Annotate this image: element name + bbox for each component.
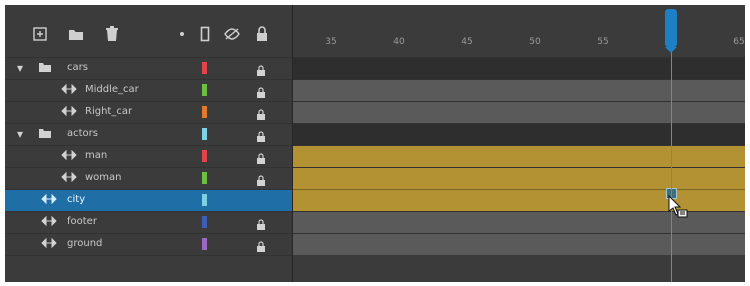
- frame-ruler[interactable]: 35 40 45 50 55 65: [293, 5, 745, 57]
- layer-color-chip[interactable]: [202, 172, 207, 184]
- playhead-line[interactable]: [671, 45, 672, 282]
- layer-name[interactable]: man: [85, 150, 107, 161]
- layer-row-footer[interactable]: footer: [5, 211, 292, 233]
- ruler-tick: 45: [461, 37, 473, 47]
- layer-icon: [41, 193, 57, 207]
- layer-color-chip[interactable]: [202, 106, 207, 118]
- layer-color-chip[interactable]: [202, 238, 207, 250]
- frames-panel: 35 40 45 50 55 65: [293, 5, 745, 282]
- frame-row-man[interactable]: [293, 145, 745, 167]
- layer-name[interactable]: Right_car: [85, 106, 132, 117]
- frame-row-cars[interactable]: [293, 57, 745, 79]
- layer-name[interactable]: actors: [67, 128, 98, 139]
- dot-icon[interactable]: [173, 25, 191, 43]
- lock-icon[interactable]: [256, 216, 266, 230]
- lock-icon[interactable]: [256, 238, 266, 252]
- layer-icon: [61, 105, 77, 119]
- new-folder-icon[interactable]: [67, 25, 85, 43]
- cursor-icon: [668, 195, 688, 218]
- collapse-icon[interactable]: ▾: [17, 61, 23, 75]
- layers-panel: ▾ cars Middle_car Right_car ▾ actors man…: [5, 5, 292, 282]
- layer-color-chip[interactable]: [202, 62, 207, 74]
- lock-icon[interactable]: [256, 128, 266, 142]
- layer-name[interactable]: woman: [85, 172, 122, 183]
- layer-toolbar: [5, 5, 292, 57]
- layer-row-ground[interactable]: ground: [5, 233, 292, 256]
- collapse-icon[interactable]: ▾: [17, 127, 23, 141]
- layer-color-chip[interactable]: [202, 84, 207, 96]
- outline-icon[interactable]: [196, 25, 214, 43]
- ruler-tick: 40: [393, 37, 405, 47]
- layer-row-actors[interactable]: ▾ actors: [5, 123, 292, 145]
- lock-icon[interactable]: [256, 84, 266, 98]
- layer-row-man[interactable]: man: [5, 145, 292, 167]
- lock-icon[interactable]: [253, 25, 271, 43]
- folder-icon: [38, 61, 52, 76]
- layer-row-city[interactable]: city: [5, 189, 292, 211]
- lock-icon[interactable]: [256, 106, 266, 120]
- frame-row-ground[interactable]: [293, 233, 745, 255]
- lock-icon[interactable]: [256, 62, 266, 76]
- lock-icon[interactable]: [256, 150, 266, 164]
- layer-row-cars[interactable]: ▾ cars: [5, 57, 292, 79]
- ruler-tick: 50: [529, 37, 541, 47]
- layer-name[interactable]: footer: [67, 216, 97, 227]
- frame-row-actors[interactable]: [293, 123, 745, 145]
- layer-icon: [41, 237, 57, 251]
- layer-row-middle-car[interactable]: Middle_car: [5, 79, 292, 101]
- frame-row-woman[interactable]: [293, 167, 745, 189]
- delete-icon[interactable]: [103, 25, 121, 43]
- layer-icon: [41, 215, 57, 229]
- ruler-tick: 35: [325, 37, 337, 47]
- layer-color-chip[interactable]: [202, 128, 207, 140]
- layer-name[interactable]: city: [67, 194, 85, 205]
- eye-off-icon[interactable]: [223, 25, 241, 43]
- layer-icon: [61, 83, 77, 97]
- layer-row-woman[interactable]: woman: [5, 167, 292, 189]
- layer-color-chip[interactable]: [202, 150, 207, 162]
- folder-icon: [38, 127, 52, 142]
- layer-row-right-car[interactable]: Right_car: [5, 101, 292, 123]
- timeline-panel: ▾ cars Middle_car Right_car ▾ actors man…: [5, 5, 745, 282]
- layer-name[interactable]: Middle_car: [85, 84, 139, 95]
- layer-color-chip[interactable]: [202, 216, 207, 228]
- ruler-tick: 55: [597, 37, 609, 47]
- layer-icon: [61, 171, 77, 185]
- lock-icon[interactable]: [256, 172, 266, 186]
- frame-row-middle-car[interactable]: [293, 79, 745, 101]
- layer-name[interactable]: cars: [67, 62, 88, 73]
- layer-name[interactable]: ground: [67, 238, 102, 249]
- layer-color-chip[interactable]: [202, 194, 207, 206]
- layer-icon: [61, 149, 77, 163]
- playhead-handle[interactable]: [665, 9, 677, 53]
- new-layer-icon[interactable]: [31, 25, 49, 43]
- ruler-tick: 65: [733, 37, 745, 47]
- frame-row-right-car[interactable]: [293, 101, 745, 123]
